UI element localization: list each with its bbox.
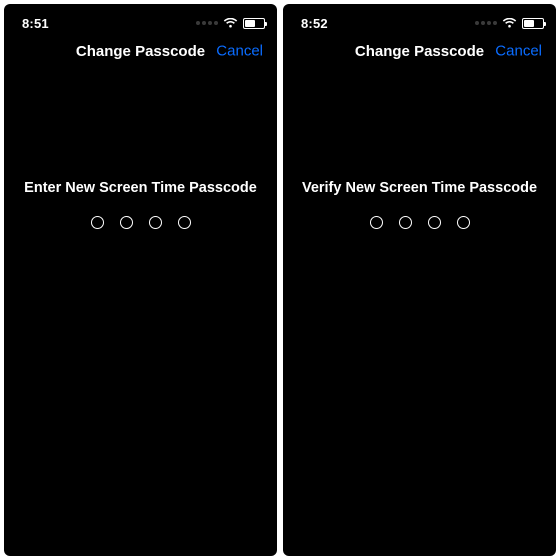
passcode-dot bbox=[399, 216, 412, 229]
nav-title: Change Passcode bbox=[355, 43, 484, 60]
passcode-dots[interactable] bbox=[4, 216, 277, 229]
status-bar: 8:51 bbox=[4, 4, 277, 34]
wifi-icon bbox=[502, 18, 517, 29]
passcode-prompt: Enter New Screen Time Passcode bbox=[4, 180, 277, 196]
battery-icon bbox=[243, 18, 265, 29]
nav-bar: Change Passcode Cancel bbox=[283, 34, 556, 68]
passcode-dot bbox=[149, 216, 162, 229]
signal-dots-icon bbox=[475, 21, 497, 25]
wifi-icon bbox=[223, 18, 238, 29]
nav-bar: Change Passcode Cancel bbox=[4, 34, 277, 68]
status-time: 8:52 bbox=[301, 16, 328, 31]
status-bar: 8:52 bbox=[283, 4, 556, 34]
passcode-dot bbox=[120, 216, 133, 229]
passcode-dot bbox=[428, 216, 441, 229]
passcode-dot bbox=[91, 216, 104, 229]
cancel-button[interactable]: Cancel bbox=[216, 43, 263, 60]
passcode-dots[interactable] bbox=[283, 216, 556, 229]
passcode-content: Enter New Screen Time Passcode bbox=[4, 180, 277, 229]
battery-icon bbox=[522, 18, 544, 29]
passcode-dot bbox=[370, 216, 383, 229]
status-right bbox=[475, 18, 544, 29]
status-right bbox=[196, 18, 265, 29]
cancel-button[interactable]: Cancel bbox=[495, 43, 542, 60]
passcode-dot bbox=[178, 216, 191, 229]
passcode-prompt: Verify New Screen Time Passcode bbox=[283, 180, 556, 196]
signal-dots-icon bbox=[196, 21, 218, 25]
passcode-content: Verify New Screen Time Passcode bbox=[283, 180, 556, 229]
passcode-dot bbox=[457, 216, 470, 229]
status-time: 8:51 bbox=[22, 16, 49, 31]
phone-screen-verify: 8:52 Change Passcode Cancel Verify New S… bbox=[283, 4, 556, 556]
nav-title: Change Passcode bbox=[76, 43, 205, 60]
phone-screen-enter: 8:51 Change Passcode Cancel Enter New Sc… bbox=[4, 4, 277, 556]
